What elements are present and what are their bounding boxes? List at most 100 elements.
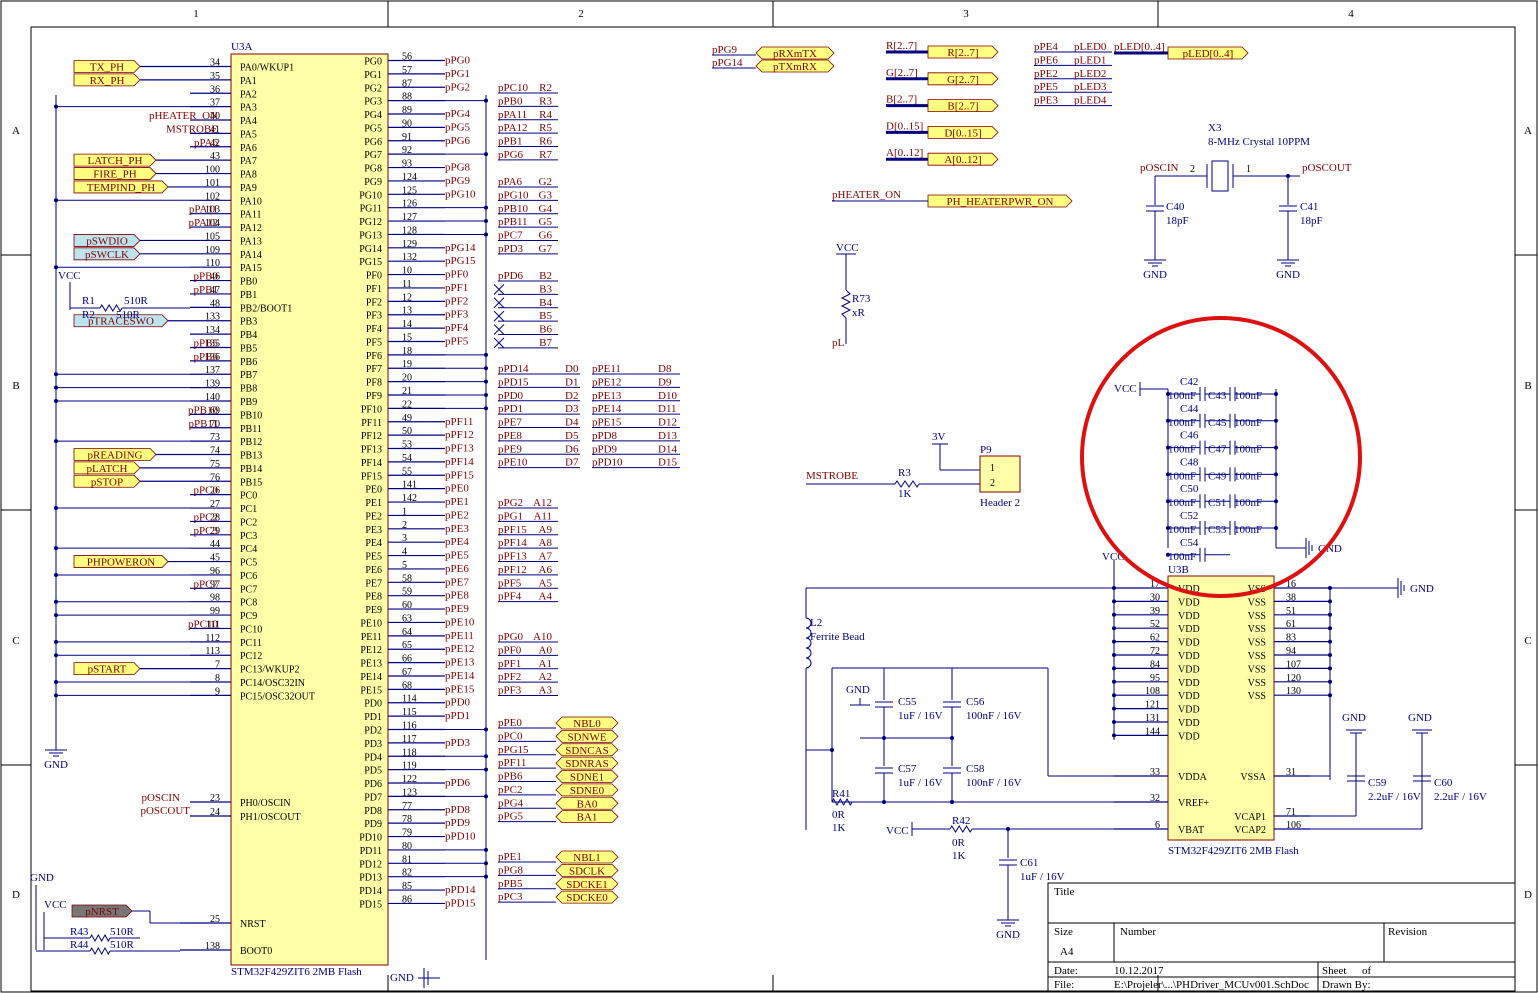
pin-name: VSS	[1248, 638, 1266, 649]
pin-name: PA11	[240, 210, 262, 221]
port-label: pSTOP	[91, 476, 123, 488]
pin-number: 50	[402, 426, 412, 437]
pin-name: VDD	[1178, 705, 1200, 716]
pin-name: PD6	[364, 779, 382, 790]
vcc-label: VCC	[58, 270, 81, 282]
pin-number: 2	[990, 478, 995, 489]
pin-number: 20	[402, 373, 412, 384]
r41-label: R41	[832, 788, 850, 800]
pin-number: 34	[210, 58, 220, 69]
pin-number: 71	[1286, 807, 1296, 818]
pin-number: 31	[1286, 767, 1296, 778]
cap-value: 100nF	[1234, 444, 1262, 456]
pin-name: PD0	[364, 699, 382, 710]
net-label: pPF4	[498, 591, 522, 603]
junction-dot	[484, 874, 488, 879]
gnd-label: GND	[30, 872, 54, 884]
pin-name: PE15	[360, 685, 382, 696]
pin-name: PC8	[240, 598, 257, 609]
cap-value: 100nF	[1234, 524, 1262, 536]
pin-name: PB13	[240, 451, 262, 462]
pin-name: PG4	[364, 110, 382, 121]
date-label: Date:	[1054, 965, 1078, 977]
port-label: pLATCH	[87, 463, 128, 475]
pin-name: PF13	[361, 445, 382, 456]
pin-name: PC1	[240, 504, 257, 515]
port-label: NBL0	[573, 718, 601, 730]
pin-name: PF9	[366, 391, 382, 402]
net-label: pPE8	[498, 430, 522, 442]
junction-dot	[1112, 706, 1116, 711]
c59-value: 2.2uF / 16V	[1368, 791, 1421, 803]
pin-name: PD5	[364, 766, 382, 777]
junction-dot	[1328, 679, 1332, 684]
net-label: pPE2	[445, 509, 469, 521]
pin-number: 55	[402, 466, 412, 477]
pin-name: VDD	[1178, 678, 1200, 689]
net-label: pPE3	[1034, 95, 1058, 107]
net-label: D8	[658, 363, 672, 375]
junction-dot	[1274, 445, 1278, 450]
net-label: pPF4	[445, 322, 469, 334]
net-label: D13	[658, 430, 677, 442]
junction-dot	[54, 679, 58, 684]
pin-number: 120	[1286, 673, 1301, 684]
junction-dot	[1328, 666, 1332, 671]
pin-name: PC5	[240, 558, 257, 569]
pin-number: 19	[402, 359, 412, 370]
cap-label: C44	[1180, 403, 1199, 415]
net-label: B7	[539, 337, 552, 349]
junction-dot	[1112, 679, 1116, 684]
junction-dot	[484, 152, 488, 157]
net-label: pPG0	[498, 631, 524, 643]
pin-number: 78	[402, 814, 412, 825]
pin-number: 56	[402, 52, 412, 63]
pin-number: 54	[402, 453, 412, 464]
size-value: A4	[1060, 946, 1074, 958]
net-label: D1	[565, 376, 578, 388]
pin-name: PA13	[240, 236, 262, 247]
net-label: pPC0	[194, 485, 219, 497]
junction-dot	[1112, 626, 1116, 631]
pin-name: PE7	[365, 578, 382, 589]
net-label: pPG8	[445, 162, 471, 174]
pin-number: 142	[402, 493, 417, 504]
net-label: pPG9	[445, 175, 471, 187]
resistor-shape	[894, 480, 920, 488]
decoupling-section: VCCC42100nF C43 100nFC44100nF C45 100nFC4610…	[1114, 376, 1342, 563]
pin-name: PC4	[240, 544, 257, 555]
vcc-label: VCC	[836, 242, 859, 254]
gnd-label: GND	[1276, 269, 1300, 281]
pin-number: 137	[205, 365, 220, 376]
bus-label: pLED[0..4]	[1114, 41, 1165, 53]
junction-dot	[54, 613, 58, 618]
pin-name: PC9	[240, 611, 257, 622]
title-label: Title	[1054, 886, 1075, 898]
net-label: pPC2	[498, 784, 522, 796]
vcc-label: VCC	[44, 899, 67, 911]
net-label: pPD3	[498, 243, 524, 255]
junction-dot	[882, 736, 886, 740]
cap-value: 100nF	[1234, 390, 1262, 402]
pin-name: PE6	[365, 565, 382, 576]
pin-number: 129	[402, 239, 417, 250]
port-label: pNRST	[85, 906, 119, 918]
pin-name: PD12	[359, 859, 382, 870]
pin-name: PE4	[365, 538, 382, 549]
junction-dot	[1112, 612, 1116, 617]
pin-name: VBAT	[1178, 825, 1204, 836]
pin-name: PG15	[359, 257, 382, 268]
v3-label: 3V	[932, 431, 946, 443]
cap-value: 100nF	[1234, 470, 1262, 482]
junction-dot	[484, 727, 488, 732]
junction-dot	[1286, 174, 1290, 178]
pin-number: 72	[1150, 646, 1160, 657]
port-label: pREADING	[88, 450, 143, 462]
pin-name: PA5	[240, 129, 257, 140]
net-label: pPB6	[498, 771, 523, 783]
net-label: pPB1	[194, 284, 218, 296]
junction-dot	[54, 198, 58, 203]
pin-name: VDD	[1178, 691, 1200, 702]
r73-shape	[840, 289, 852, 319]
net-label: A5	[539, 577, 553, 589]
